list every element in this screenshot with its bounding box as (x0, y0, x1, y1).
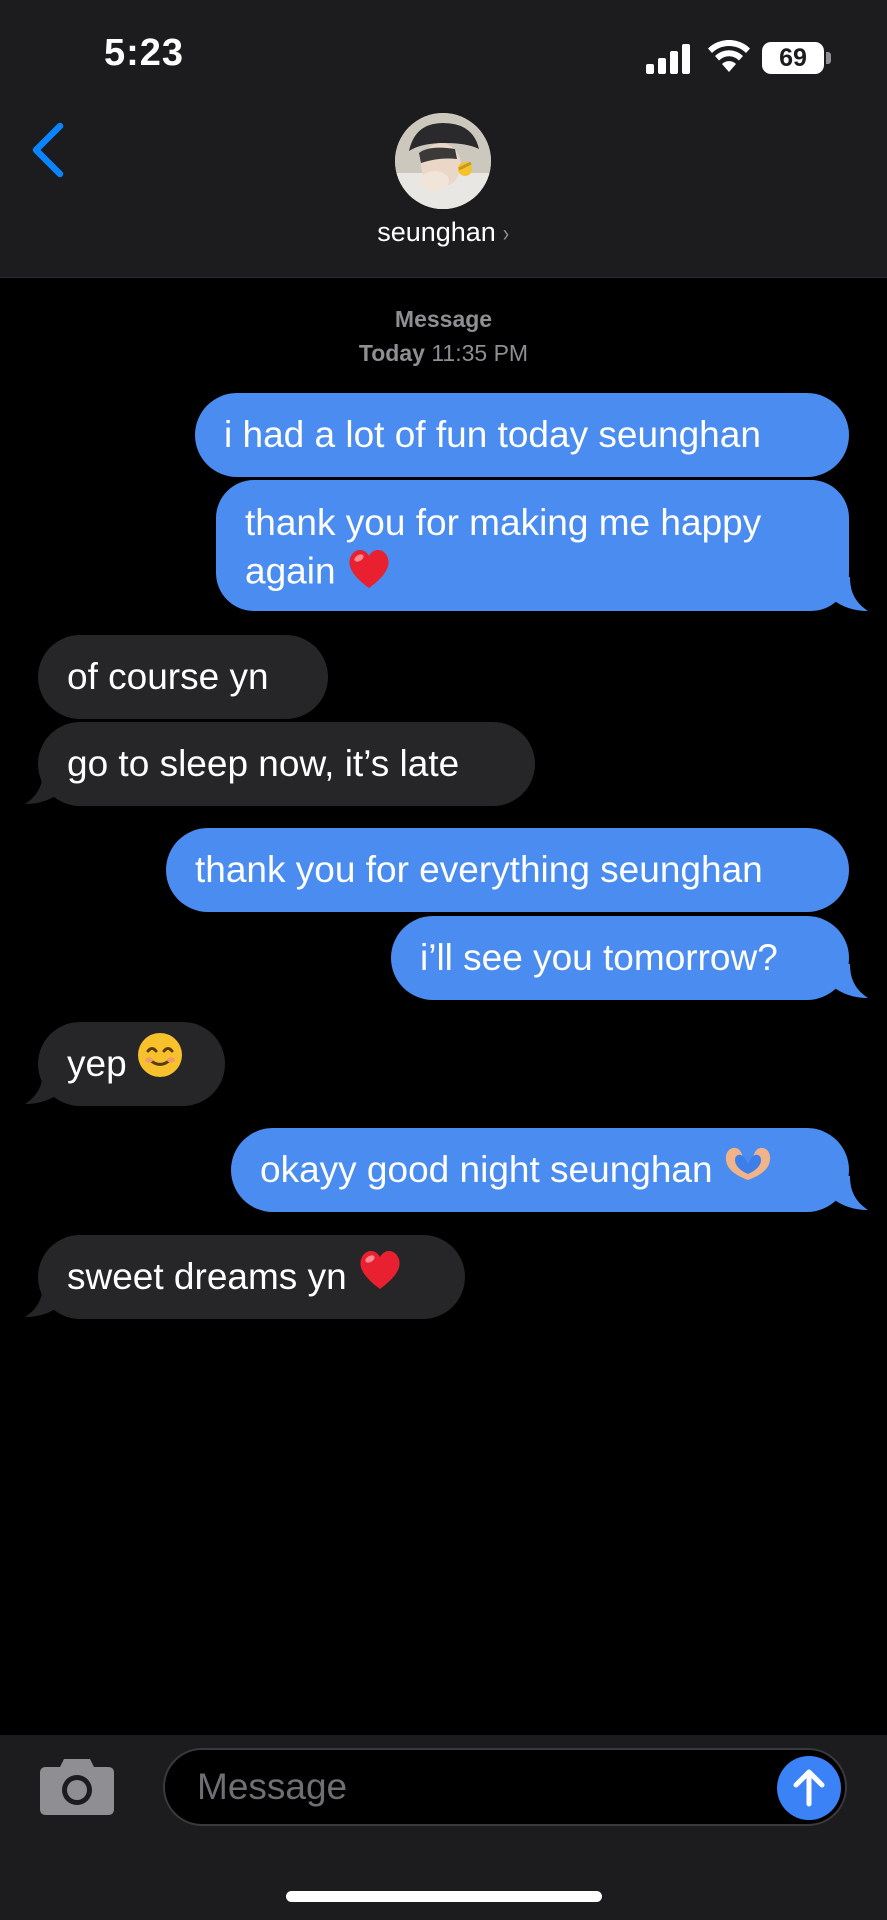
status-bar-time: 5:23 (104, 32, 185, 74)
arrow-up-icon (793, 1769, 825, 1807)
incoming-bubble-tail (25, 1283, 61, 1317)
outgoing-bubble-tail (832, 577, 868, 611)
battery-icon: 69 (762, 42, 824, 74)
outgoing-message[interactable]: thank you for making me happy again (216, 480, 849, 611)
thread-time: 11:35 PM (431, 340, 529, 366)
message-text: thank you for everything seunghan (195, 849, 763, 890)
send-button[interactable] (777, 1756, 841, 1820)
message-text: yep (67, 1043, 127, 1084)
contact-avatar[interactable] (395, 113, 491, 209)
outgoing-bubble-tail (832, 1176, 868, 1210)
message-text: i’ll see you tomorrow? (420, 937, 778, 978)
thread-service-label: Message (394, 306, 493, 332)
incoming-message[interactable]: of course yn (38, 635, 328, 719)
avatar-photo (395, 113, 491, 209)
thread-day: Today (358, 340, 425, 366)
camera-icon[interactable] (38, 1753, 116, 1817)
home-indicator[interactable] (286, 1891, 602, 1902)
heart-hands-emoji (723, 1130, 773, 1214)
red-heart-emoji (357, 1237, 403, 1321)
message-text: thank you for making me happy again (245, 502, 762, 592)
incoming-message[interactable]: go to sleep now, it’s late (38, 722, 535, 806)
message-text: of course yn (67, 656, 269, 697)
contact-name: seunghan (377, 217, 496, 247)
outgoing-message[interactable]: i had a lot of fun today seunghan (195, 393, 849, 477)
message-text: i had a lot of fun today seunghan (224, 414, 761, 455)
outgoing-message[interactable]: i’ll see you tomorrow? (391, 916, 849, 1000)
outgoing-message[interactable]: thank you for everything seunghan (166, 828, 849, 912)
battery-tip (826, 52, 831, 64)
outgoing-message[interactable]: okayy good night seunghan (231, 1128, 849, 1212)
incoming-bubble-tail (25, 770, 61, 804)
incoming-bubble-tail (25, 1070, 61, 1104)
chevron-right-icon: › (502, 220, 510, 247)
outgoing-bubble-tail (832, 964, 868, 998)
red-heart-emoji (346, 546, 392, 601)
incoming-message[interactable]: yep (38, 1022, 225, 1106)
thread-timestamp: Today 11:35 PM (0, 340, 887, 367)
cellular-signal-icon (646, 44, 690, 74)
wifi-icon (708, 40, 750, 72)
back-chevron-icon[interactable] (22, 118, 72, 182)
message-input[interactable] (163, 1748, 847, 1826)
smiling-face-emoji (137, 1024, 183, 1108)
message-text: okayy good night seunghan (260, 1149, 713, 1190)
message-text: go to sleep now, it’s late (67, 743, 460, 784)
incoming-message[interactable]: sweet dreams yn (38, 1235, 465, 1319)
conversation-header: 5:23 69 seunghan › (0, 0, 887, 278)
message-text: sweet dreams yn (67, 1256, 347, 1297)
contact-name-button[interactable]: seunghan › (0, 217, 887, 248)
